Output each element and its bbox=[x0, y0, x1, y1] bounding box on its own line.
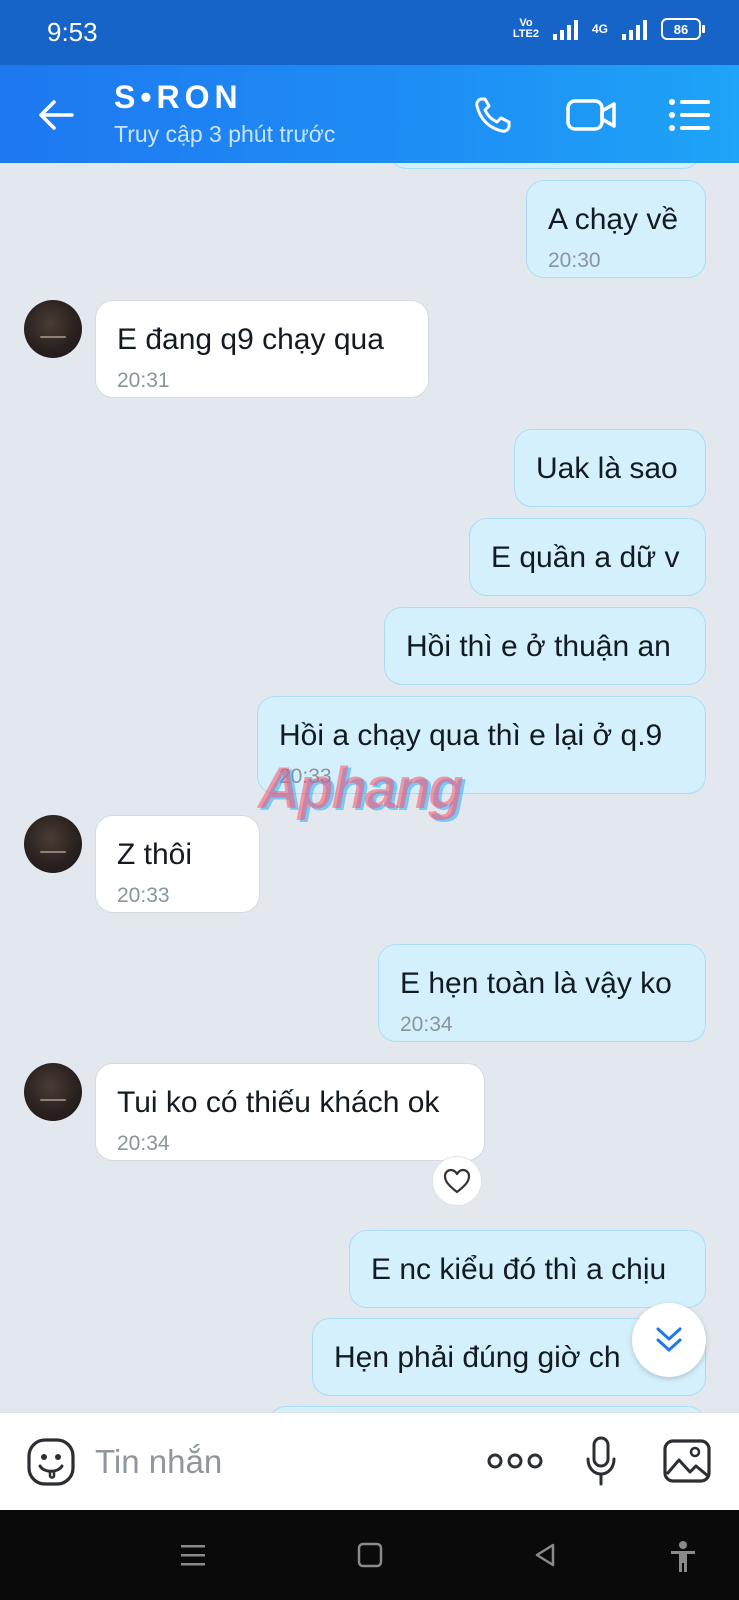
message-text: E nc kiểu đó thì a chịu bbox=[371, 1253, 667, 1286]
image-gallery-icon bbox=[663, 1439, 711, 1483]
message-bubble-outgoing[interactable]: E nc kiểu đó thì a chịu bbox=[349, 1230, 706, 1308]
message-bubble-outgoing[interactable]: E hẹn toàn là vậy ko 20:34 bbox=[378, 944, 706, 1042]
triangle-back-icon bbox=[535, 1543, 555, 1567]
contact-last-seen: Truy cập 3 phút trước bbox=[114, 121, 336, 147]
home-button[interactable] bbox=[355, 1540, 385, 1575]
message-input-bar: Tin nhắn bbox=[0, 1412, 739, 1511]
accessibility-person-icon bbox=[671, 1541, 695, 1572]
signal-icon-2 bbox=[622, 18, 647, 40]
battery-icon: 86 bbox=[661, 18, 705, 40]
message-bubble-incoming[interactable]: E đang q9 chạy qua 20:31 bbox=[95, 300, 429, 398]
contact-avatar[interactable] bbox=[24, 300, 82, 358]
message-text: E đang q9 chạy qua bbox=[117, 323, 384, 356]
message-text: A chạy về bbox=[548, 203, 679, 236]
message-time: 20:34 bbox=[400, 1013, 453, 1036]
message-text: Uak là sao bbox=[536, 452, 678, 485]
message-bubble-partial[interactable] bbox=[389, 163, 701, 169]
more-dots-icon bbox=[487, 1453, 543, 1469]
message-time: 20:30 bbox=[548, 249, 601, 272]
phone-icon bbox=[475, 97, 511, 133]
message-text: Tui ko có thiếu khách ok bbox=[117, 1086, 440, 1119]
back-button[interactable] bbox=[34, 93, 78, 137]
message-bubble-outgoing[interactable]: E quần a dữ v bbox=[469, 518, 706, 596]
message-text: Hồi thì e ở thuận an bbox=[406, 630, 671, 663]
message-time: 20:33 bbox=[117, 884, 170, 907]
message-time: 20:31 bbox=[117, 369, 170, 392]
more-options-button[interactable] bbox=[486, 1449, 544, 1473]
contact-avatar[interactable] bbox=[24, 815, 82, 873]
message-bubble-incoming[interactable]: Z thôi 20:33 bbox=[95, 815, 260, 913]
recent-apps-button[interactable] bbox=[178, 1540, 208, 1575]
message-bubble-outgoing[interactable]: Hồi thì e ở thuận an bbox=[384, 607, 706, 685]
chat-options-button[interactable] bbox=[666, 93, 714, 137]
video-call-button[interactable] bbox=[563, 93, 619, 137]
status-bar: 9:53 Vo LTE2 4G 86 bbox=[0, 0, 739, 65]
menu-lines-icon bbox=[181, 1545, 205, 1566]
status-time: 9:53 bbox=[47, 17, 98, 47]
message-text: Hẹn phải đúng giờ ch bbox=[334, 1341, 621, 1374]
scroll-to-bottom-button[interactable] bbox=[632, 1303, 706, 1377]
back-arrow-icon bbox=[39, 100, 74, 130]
emoji-sticker-icon bbox=[27, 1438, 75, 1486]
message-time: 20:34 bbox=[117, 1132, 170, 1155]
message-bubble-outgoing[interactable]: Uak là sao bbox=[514, 429, 706, 507]
network-type-icon: 4G bbox=[591, 22, 608, 36]
image-picker-button[interactable] bbox=[662, 1438, 712, 1484]
back-nav-button[interactable] bbox=[530, 1540, 560, 1575]
signal-icon bbox=[552, 18, 578, 40]
volte-icon: Vo LTE2 bbox=[512, 17, 539, 40]
message-bubble-incoming[interactable]: Tui ko có thiếu khách ok 20:34 bbox=[95, 1063, 485, 1161]
double-chevron-down-icon bbox=[656, 1327, 682, 1352]
voice-call-button[interactable] bbox=[470, 93, 518, 137]
message-input[interactable]: Tin nhắn bbox=[95, 1443, 222, 1481]
message-text: Z thôi bbox=[117, 838, 193, 871]
message-bubble-outgoing[interactable]: A chạy về 20:30 bbox=[526, 180, 706, 278]
accessibility-button[interactable] bbox=[668, 1540, 698, 1579]
chat-header: S•RON Truy cập 3 phút trước bbox=[0, 65, 739, 163]
status-icons: Vo LTE2 4G 86 bbox=[512, 17, 705, 40]
sticker-button[interactable] bbox=[26, 1437, 76, 1487]
message-text: E hẹn toàn là vậy ko bbox=[400, 967, 672, 1000]
video-camera-icon bbox=[566, 99, 616, 131]
heart-icon bbox=[443, 1168, 471, 1194]
contact-name[interactable]: S•RON bbox=[114, 79, 243, 116]
microphone-icon bbox=[586, 1436, 616, 1486]
system-navigation-bar bbox=[0, 1510, 739, 1600]
watermark-logo: Aphang bbox=[258, 756, 464, 821]
voice-record-button[interactable] bbox=[584, 1435, 618, 1489]
reaction-button[interactable] bbox=[432, 1156, 482, 1206]
message-text: E quần a dữ v bbox=[491, 541, 680, 574]
chat-message-list[interactable]: A chạy về 20:30 E đang q9 chạy qua 20:31… bbox=[0, 163, 739, 1412]
contact-avatar[interactable] bbox=[24, 1063, 82, 1121]
battery-level: 86 bbox=[673, 21, 689, 37]
menu-list-icon bbox=[669, 99, 710, 131]
message-text: Hồi a chạy qua thì e lại ở q.9 bbox=[279, 719, 663, 752]
square-home-icon bbox=[357, 1542, 383, 1568]
